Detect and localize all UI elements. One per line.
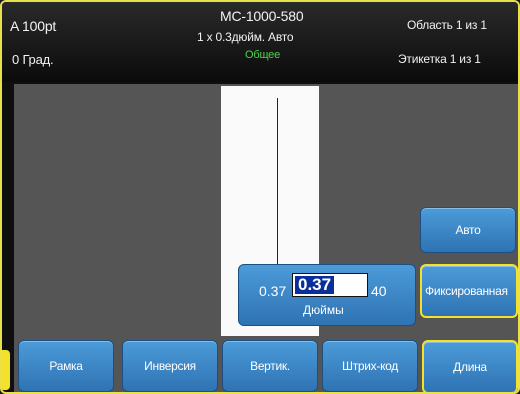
auto-length-button[interactable]: Авто [420, 207, 516, 253]
scroll-left-tab[interactable] [2, 350, 10, 390]
fixed-length-button[interactable]: Фиксированная [420, 264, 518, 318]
length-input-panel: 0.37 0.37 40 Дюймы [238, 264, 416, 326]
invert-button[interactable]: Инверсия [122, 340, 218, 392]
vertical-button[interactable]: Вертик. [222, 340, 318, 392]
length-value-selected[interactable]: 0.37 [295, 276, 335, 294]
font-size-indicator[interactable]: A 100pt [10, 18, 56, 34]
status-bar: A 100pt 0 Град. MC-1000-580 1 x 0.3дюйм.… [2, 2, 518, 82]
mode-indicator: Общее [245, 49, 281, 61]
rotation-indicator[interactable]: 0 Град. [12, 52, 54, 67]
max-length-label: 40 [371, 283, 387, 299]
frame-button[interactable]: Рамка [18, 340, 114, 392]
length-input[interactable]: 0.37 [292, 273, 368, 297]
cartridge-name: MC-1000-580 [220, 8, 304, 24]
label-counter: Этикетка 1 из 1 [398, 52, 481, 66]
unit-label: Дюймы [303, 303, 344, 317]
label-size-info: 1 x 0.3дюйм. Авто [197, 30, 294, 44]
length-button[interactable]: Длина [422, 340, 518, 392]
printer-screen: A 100pt 0 Град. MC-1000-580 1 x 0.3дюйм.… [0, 0, 520, 394]
area-counter: Область 1 из 1 [407, 18, 487, 32]
min-length-label: 0.37 [259, 283, 287, 299]
barcode-button[interactable]: Штрих-код [322, 340, 418, 392]
